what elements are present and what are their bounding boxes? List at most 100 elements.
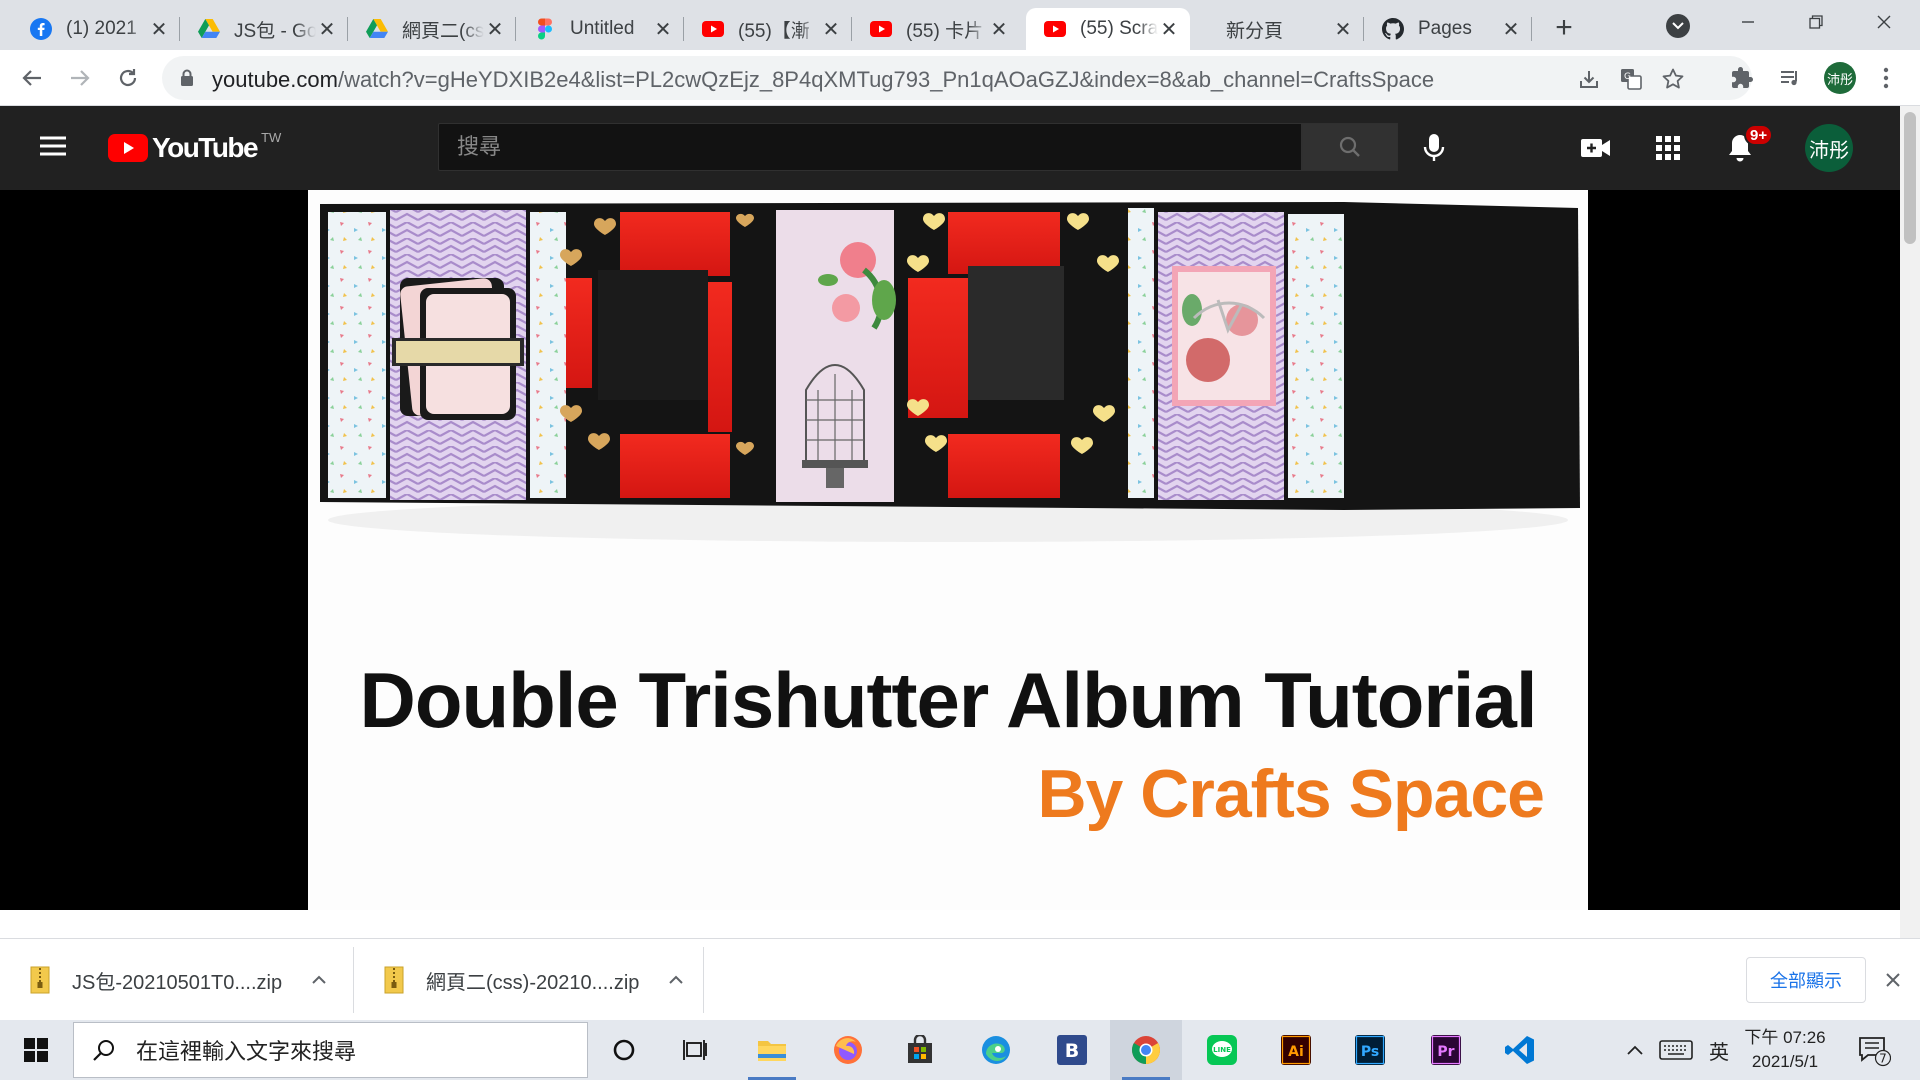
figma-icon [534, 18, 556, 40]
line-app[interactable]: LINE [1186, 1020, 1258, 1080]
action-center-button[interactable]: 7 [1852, 1020, 1896, 1080]
chevron-up-icon[interactable] [669, 975, 684, 985]
scrollbar-thumb[interactable] [1904, 112, 1916, 244]
close-icon[interactable]: ✕ [988, 18, 1010, 41]
new-tab-button[interactable]: + [1548, 11, 1580, 44]
tab-google-drive-css[interactable]: 網頁二(cs ✕ [348, 8, 516, 50]
reload-button[interactable] [112, 62, 144, 94]
tab-title: (1) 2021 [66, 18, 137, 39]
bookmark-star-button[interactable] [1660, 66, 1686, 92]
media-queue-icon [1781, 71, 1797, 86]
tab-youtube-2[interactable]: (55) 卡片 ✕ [852, 8, 1020, 50]
chrome-profile-avatar[interactable]: 沛彤 [1824, 62, 1856, 94]
hamburger-icon [40, 136, 66, 156]
tab-google-drive-js[interactable]: JS包 - Go ✕ [180, 8, 348, 50]
url-text[interactable]: youtube.com/watch?v=gHeYDXIB2e4&list=PL2… [212, 67, 1434, 93]
start-button[interactable] [0, 1020, 72, 1080]
b-app-icon: B [1057, 1035, 1087, 1065]
close-icon[interactable]: ✕ [148, 18, 170, 41]
close-icon[interactable]: ✕ [652, 18, 674, 41]
youtube-search-button[interactable] [1302, 123, 1398, 171]
firefox-app[interactable] [812, 1020, 884, 1080]
tab-facebook[interactable]: (1) 2021 ✕ [12, 8, 180, 50]
vscode-icon [1505, 1036, 1534, 1064]
downloads-bar: JS包-20210501T0....zip 網頁二(css)-20210....… [0, 938, 1920, 1020]
voice-search-button[interactable] [1416, 130, 1452, 166]
close-window-button[interactable] [1850, 0, 1918, 44]
puzzle-icon [1732, 67, 1753, 88]
premiere-app[interactable]: Pr [1410, 1020, 1482, 1080]
chevron-up-icon[interactable] [312, 975, 326, 985]
minimize-icon [1742, 21, 1754, 23]
close-icon[interactable]: ✕ [1332, 18, 1354, 41]
youtube-logo[interactable]: YouTube TW [108, 130, 281, 164]
show-all-downloads-button[interactable]: 全部顯示 [1746, 957, 1866, 1003]
tab-new-tab[interactable]: 新分頁 ✕ [1196, 8, 1364, 50]
task-view-button[interactable] [660, 1020, 732, 1080]
system-clock[interactable]: 下午 07:26 2021/5/1 [1740, 1026, 1830, 1074]
close-icon[interactable]: ✕ [1158, 18, 1180, 41]
forward-button[interactable] [64, 62, 96, 94]
youtube-header: YouTube TW 9+ 沛彤 [0, 106, 1900, 190]
input-method-indicator[interactable]: 英 [1702, 1020, 1736, 1080]
chrome-app[interactable] [1110, 1020, 1182, 1080]
apps-button[interactable] [1650, 130, 1686, 166]
file-explorer-app[interactable] [736, 1020, 808, 1080]
tab-github-pages[interactable]: Pages ✕ [1364, 8, 1532, 50]
install-app-button[interactable] [1576, 66, 1602, 92]
video-player[interactable]: Double Trishutter Album Tutorial By Craf… [0, 190, 1900, 910]
close-icon[interactable]: ✕ [316, 18, 338, 41]
video-frame[interactable]: Double Trishutter Album Tutorial By Craf… [308, 190, 1588, 910]
tab-figma[interactable]: Untitled ✕ [516, 8, 684, 50]
vscode-app[interactable] [1484, 1020, 1556, 1080]
tab-youtube-1[interactable]: (55)【漸 ✕ [684, 8, 852, 50]
youtube-search-box[interactable] [438, 123, 1302, 171]
edge-app[interactable] [960, 1020, 1032, 1080]
cortana-button[interactable] [588, 1020, 660, 1080]
download-filename: 網頁二(css)-20210....zip [426, 971, 640, 994]
close-downloads-button[interactable] [1880, 967, 1906, 993]
zip-file-icon [384, 966, 404, 994]
close-icon[interactable]: ✕ [820, 18, 842, 41]
svg-text:G: G [1624, 72, 1631, 82]
tab-search-button[interactable] [1666, 14, 1690, 38]
restore-button[interactable] [1782, 0, 1850, 44]
microsoft-store-app[interactable] [884, 1020, 956, 1080]
extensions-button[interactable] [1728, 64, 1756, 92]
close-icon[interactable]: ✕ [1500, 18, 1522, 41]
translate-button[interactable]: G [1618, 66, 1644, 92]
page-scrollbar[interactable] [1900, 106, 1920, 938]
illustrator-icon: Ai [1281, 1035, 1311, 1065]
illustrator-app[interactable]: Ai [1260, 1020, 1332, 1080]
photoshop-app[interactable]: Ps [1334, 1020, 1406, 1080]
close-icon[interactable]: ✕ [484, 18, 506, 41]
tab-title: 新分頁 [1226, 20, 1284, 42]
google-drive-icon [198, 18, 220, 40]
address-bar[interactable]: youtube.com/watch?v=gHeYDXIB2e4&list=PL2… [162, 56, 1752, 100]
windows-logo-icon [24, 1038, 48, 1062]
tab-title: Pages [1418, 18, 1472, 39]
media-control-button[interactable] [1776, 64, 1804, 92]
create-video-button[interactable] [1578, 130, 1614, 166]
tab-title: Untitled [570, 18, 635, 39]
chrome-menu-button[interactable] [1872, 64, 1900, 92]
minimize-button[interactable] [1714, 0, 1782, 44]
tab-title: (55) Scra [1080, 18, 1158, 39]
youtube-logo-text: YouTube [152, 132, 259, 163]
tab-youtube-active[interactable]: (55) Scra ✕ [1026, 8, 1190, 50]
notification-count-badge: 9+ [1744, 124, 1774, 146]
download-item[interactable]: JS包-20210501T0....zip [0, 939, 354, 1021]
taskbar-search-box[interactable]: 在這裡輸入文字來搜尋 [73, 1022, 588, 1078]
youtube-search-input[interactable] [439, 124, 1301, 170]
bootstrap-studio-app[interactable]: B [1036, 1020, 1108, 1080]
touch-keyboard-button[interactable] [1656, 1020, 1696, 1080]
svg-text:LINE: LINE [1213, 1046, 1231, 1054]
clock-time: 下午 07:26 [1744, 1028, 1826, 1047]
show-hidden-icons-button[interactable] [1618, 1020, 1652, 1080]
google-drive-icon [366, 18, 388, 40]
guide-menu-button[interactable] [38, 134, 68, 158]
download-item[interactable]: 網頁二(css)-20210....zip [354, 939, 704, 1021]
lock-icon[interactable] [180, 69, 194, 87]
youtube-account-avatar[interactable]: 沛彤 [1805, 124, 1853, 172]
back-button[interactable] [16, 62, 48, 94]
